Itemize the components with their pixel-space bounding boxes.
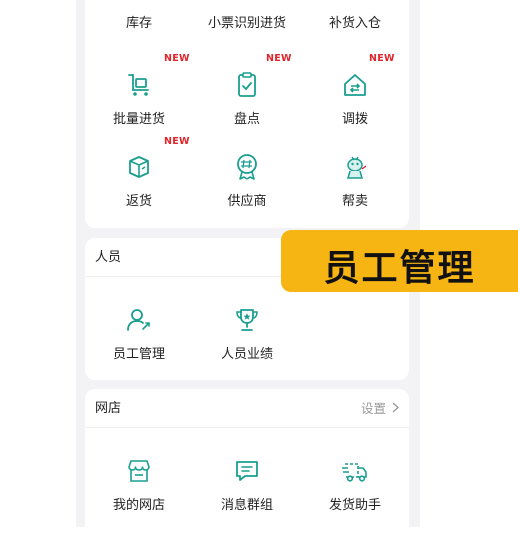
grid-item-label: 发货助手: [328, 498, 381, 513]
chevron-right-icon: [392, 402, 399, 413]
new-badge: NEW: [164, 136, 190, 147]
grid-item-supplier[interactable]: 供应商: [193, 152, 301, 209]
grid-item-label: 返货: [125, 194, 152, 209]
grid-item-restock[interactable]: 补货入仓: [301, 0, 409, 31]
highlight-banner: 员工管理: [281, 230, 518, 292]
grid-item-label: 人员业绩: [220, 347, 273, 362]
shop-card: 网店 设置 我的网店 消息群组 发货助手: [85, 389, 409, 539]
section-title: 人员: [95, 250, 122, 265]
grid-item-transfer[interactable]: 调拨: [301, 70, 409, 127]
transfer-icon: [344, 74, 366, 96]
grid-item-label: 盘点: [233, 112, 260, 127]
grid-item-receipt-scan[interactable]: 小票识别进货: [193, 0, 301, 31]
staff-manage-icon: [127, 309, 150, 331]
new-badge: NEW: [164, 53, 190, 64]
grid-item-label: 批量进货: [112, 112, 165, 127]
grid-item-stocktake[interactable]: 盘点: [193, 70, 301, 127]
grid-item-label: 供应商: [227, 194, 267, 209]
grid-item-label: 补货入仓: [328, 16, 381, 31]
return-box-icon: [129, 156, 149, 178]
section-title: 网店: [95, 401, 122, 416]
grid-item-label: 消息群组: [220, 498, 273, 513]
trophy-icon: [236, 309, 258, 331]
scan-receipt-icon: [232, 0, 262, 6]
grid-item-label: 库存: [125, 16, 152, 31]
grid-item-staff-performance[interactable]: 人员业绩: [193, 305, 301, 362]
delivery-truck-icon: [342, 463, 367, 482]
new-badge: NEW: [266, 53, 292, 64]
grid-item-message-groups[interactable]: 消息群组: [193, 456, 301, 513]
shop-icon: [128, 460, 150, 482]
settings-link[interactable]: 设置: [361, 398, 399, 417]
box-icon: [124, 0, 154, 6]
grid-item-staff-management[interactable]: 员工管理: [85, 305, 193, 362]
supplier-badge-icon: [237, 154, 257, 180]
restock-icon: [340, 0, 370, 6]
cart-icon: [128, 74, 149, 96]
settings-label: 设置: [360, 401, 386, 416]
grid-item-bulk-purchase[interactable]: 批量进货: [85, 70, 193, 127]
new-badge: NEW: [369, 53, 395, 64]
clipboard-check-icon: [238, 72, 256, 97]
message-icon: [236, 461, 258, 481]
grid-item-inventory[interactable]: 库存: [85, 0, 193, 31]
grid-item-label: 调拨: [341, 112, 368, 127]
grid-item-my-shop[interactable]: 我的网店: [85, 456, 193, 513]
grid-item-label: 我的网店: [112, 498, 165, 513]
grid-item-help-sell[interactable]: 帮卖: [301, 152, 409, 209]
grid-item-label: 小票识别进货: [207, 16, 286, 31]
mascot-icon: [347, 156, 367, 179]
inventory-card: 库存 小票识别进货 补货入仓 批量进货 NEW 盘点 NEW 调拨 NEW 返货…: [85, 0, 409, 228]
grid-item-label: 帮卖: [341, 194, 368, 209]
grid-item-return[interactable]: 返货: [85, 152, 193, 209]
highlight-banner-text: 员工管理: [323, 248, 476, 289]
grid-item-label: 员工管理: [112, 347, 165, 362]
grid-item-shipping-assistant[interactable]: 发货助手: [301, 456, 409, 513]
divider: [85, 427, 409, 428]
